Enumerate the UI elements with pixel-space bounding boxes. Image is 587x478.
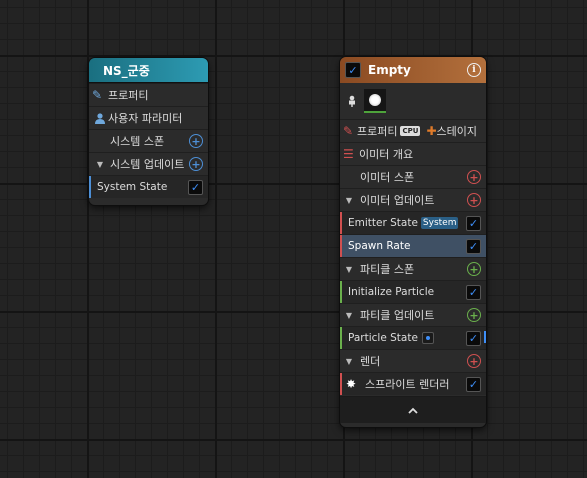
emitter-enable-checkbox[interactable]: ✓ (345, 62, 361, 78)
render-label: 렌더 (360, 355, 381, 368)
collapse-triangle-icon[interactable]: ▼ (342, 196, 356, 205)
particle-update-label: 파티클 업데이트 (360, 309, 435, 322)
spawn-rate-module-row[interactable]: Spawn Rate ✓ (340, 234, 486, 257)
pin-icon[interactable] (346, 95, 358, 107)
add-module-icon[interactable]: + (467, 308, 481, 322)
enable-checkbox[interactable]: ✓ (466, 238, 481, 254)
collapse-node-bar[interactable] (340, 396, 486, 423)
emitter-update-row[interactable]: ▼ 이미터 업데이트 + (340, 188, 486, 211)
render-row[interactable]: ▼ 렌더 + (340, 349, 486, 372)
pencil-icon: ✎ (343, 124, 354, 138)
collapse-triangle-icon[interactable]: ▼ (342, 357, 356, 366)
sprite-renderer-label: 스프라이트 렌더러 (365, 378, 450, 391)
add-renderer-icon[interactable]: + (467, 354, 481, 368)
collapse-triangle-icon[interactable]: ▼ (93, 160, 107, 169)
emitter-properties-label: 프로퍼티 (357, 125, 398, 138)
enable-checkbox[interactable]: ✓ (466, 215, 481, 231)
collapse-triangle-icon[interactable]: ▼ (342, 265, 356, 274)
user-icon (92, 112, 108, 124)
module-accent-stripe (340, 373, 342, 395)
emitter-node[interactable]: ✓ Empty i ✎ 프로퍼티 CPU ✚ 스테이지 ☰ 이미터 개요 이미터… (340, 57, 486, 427)
enable-checkbox[interactable]: ✓ (466, 284, 481, 300)
module-accent-stripe (340, 212, 342, 234)
sprite-renderer-row[interactable]: ✸ 스프라이트 렌더러 ✓ (340, 372, 486, 395)
add-stage-label[interactable]: 스테이지 (437, 123, 477, 139)
module-accent-stripe (89, 176, 91, 198)
emitter-node-title: Empty (368, 63, 411, 77)
system-state-module-row[interactable]: System State ✓ (89, 175, 208, 198)
spawn-rate-label: Spawn Rate (348, 240, 411, 252)
system-update-row[interactable]: ▼ 시스템 업데이트 + (89, 152, 208, 175)
add-stage-icon[interactable]: ✚ (426, 124, 436, 138)
system-node[interactable]: NS_군중 ✎ 프로퍼티 사용자 파라미터 시스템 스폰 + ▼ 시스템 업데이… (89, 58, 208, 205)
emitter-state-label: Emitter State (348, 217, 418, 229)
system-state-label: System State (97, 181, 168, 193)
emitter-update-label: 이미터 업데이트 (360, 194, 435, 207)
emitter-thumbnail-area (340, 83, 486, 119)
emitter-state-module-row[interactable]: Emitter State System ✓ (340, 211, 486, 234)
initialize-particle-module-row[interactable]: Initialize Particle ✓ (340, 280, 486, 303)
initialize-particle-label: Initialize Particle (348, 286, 435, 298)
emitter-state-scope-tag: System (420, 217, 459, 229)
sprite-burst-icon: ✸ (346, 377, 357, 391)
particle-state-label: Particle State (348, 332, 418, 344)
emitter-spawn-label: 이미터 스폰 (360, 171, 415, 184)
add-module-icon[interactable]: + (189, 134, 203, 148)
module-accent-stripe (340, 281, 342, 303)
enable-checkbox[interactable]: ✓ (466, 330, 481, 346)
module-accent-stripe (340, 327, 342, 349)
add-module-icon[interactable]: + (467, 262, 481, 276)
add-module-icon[interactable]: + (467, 170, 481, 184)
system-spawn-row[interactable]: 시스템 스폰 + (89, 129, 208, 152)
output-pin-marker (484, 331, 486, 343)
emitter-summary-row[interactable]: ☰ 이미터 개요 (340, 142, 486, 165)
system-node-title: NS_군중 (103, 63, 150, 78)
enable-checkbox[interactable]: ✓ (466, 376, 481, 392)
particle-state-module-row[interactable]: Particle State ✓ (340, 326, 486, 349)
emitter-thumbnail[interactable] (364, 89, 386, 113)
particle-spawn-row[interactable]: ▼ 파티클 스폰 + (340, 257, 486, 280)
emitter-spawn-row[interactable]: 이미터 스폰 + (340, 165, 486, 188)
enable-checkbox[interactable]: ✓ (188, 179, 203, 195)
cpu-badge[interactable]: CPU (400, 126, 421, 136)
module-accent-stripe (340, 235, 342, 257)
dot-badge-icon (421, 332, 434, 344)
list-icon: ☰ (343, 147, 354, 161)
add-module-icon[interactable]: + (189, 157, 203, 171)
system-spawn-label: 시스템 스폰 (110, 135, 165, 148)
particle-spawn-label: 파티클 스폰 (360, 263, 415, 276)
collapse-triangle-icon[interactable]: ▼ (342, 311, 356, 320)
pencil-icon: ✎ (92, 88, 103, 102)
system-update-label: 시스템 업데이트 (110, 158, 185, 171)
info-icon[interactable]: i (467, 63, 481, 77)
add-module-icon[interactable]: + (467, 193, 481, 207)
chevron-up-icon[interactable] (408, 404, 418, 417)
system-user-params-row[interactable]: 사용자 파라미터 (89, 106, 208, 129)
system-user-params-label: 사용자 파라미터 (108, 112, 183, 125)
emitter-summary-label: 이미터 개요 (359, 148, 414, 161)
system-properties-row[interactable]: ✎ 프로퍼티 (89, 83, 208, 106)
emitter-properties-row[interactable]: ✎ 프로퍼티 CPU ✚ 스테이지 (340, 119, 486, 142)
emitter-node-header[interactable]: ✓ Empty i (340, 57, 486, 83)
system-properties-label: 프로퍼티 (108, 89, 149, 102)
system-node-header[interactable]: NS_군중 (89, 58, 208, 83)
particle-update-row[interactable]: ▼ 파티클 업데이트 + (340, 303, 486, 326)
